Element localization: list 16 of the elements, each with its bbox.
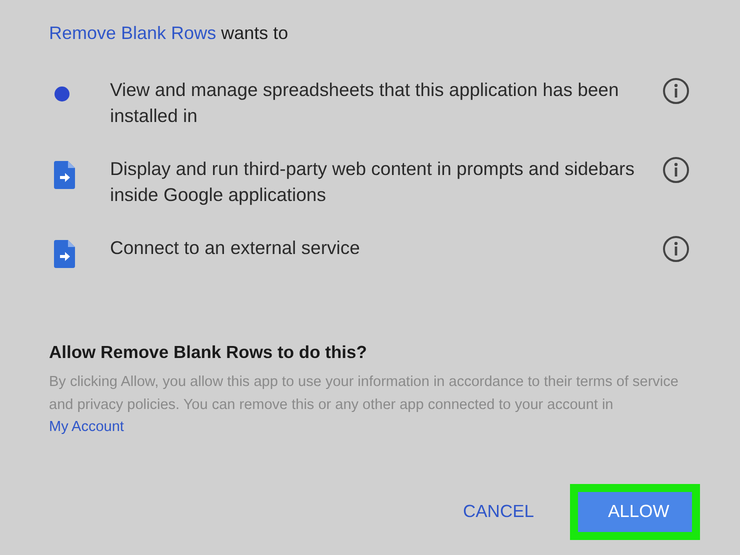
permission-text: Display and run third-party web content in prompts and sidebars inside Google applications [110,157,636,207]
app-name: Remove Blank Rows [49,23,216,43]
account-link[interactable]: My Account [49,419,124,435]
permission-text: View and manage spreadsheets that this application has been installed in [110,78,620,128]
document-arrow-icon [54,161,75,189]
consent-title: Allow Remove Blank Rows to do this? [49,342,368,363]
heading-text: wants to [221,23,288,43]
consent-text: By clicking Allow, you allow this app to use your information in accordance to their terms of service and privacy policies. You can remove this or any other app connected to your account in My Account [49,373,680,437]
permission-text: Connect to an external service [110,236,361,260]
info-icon[interactable] [662,77,690,105]
dot-icon [54,86,70,102]
allow-button[interactable]: ALLOW [578,492,692,532]
info-icon[interactable] [662,235,690,263]
cancel-button[interactable]: CANCEL [457,492,540,532]
info-icon[interactable] [662,156,690,184]
document-arrow-icon [54,240,75,268]
